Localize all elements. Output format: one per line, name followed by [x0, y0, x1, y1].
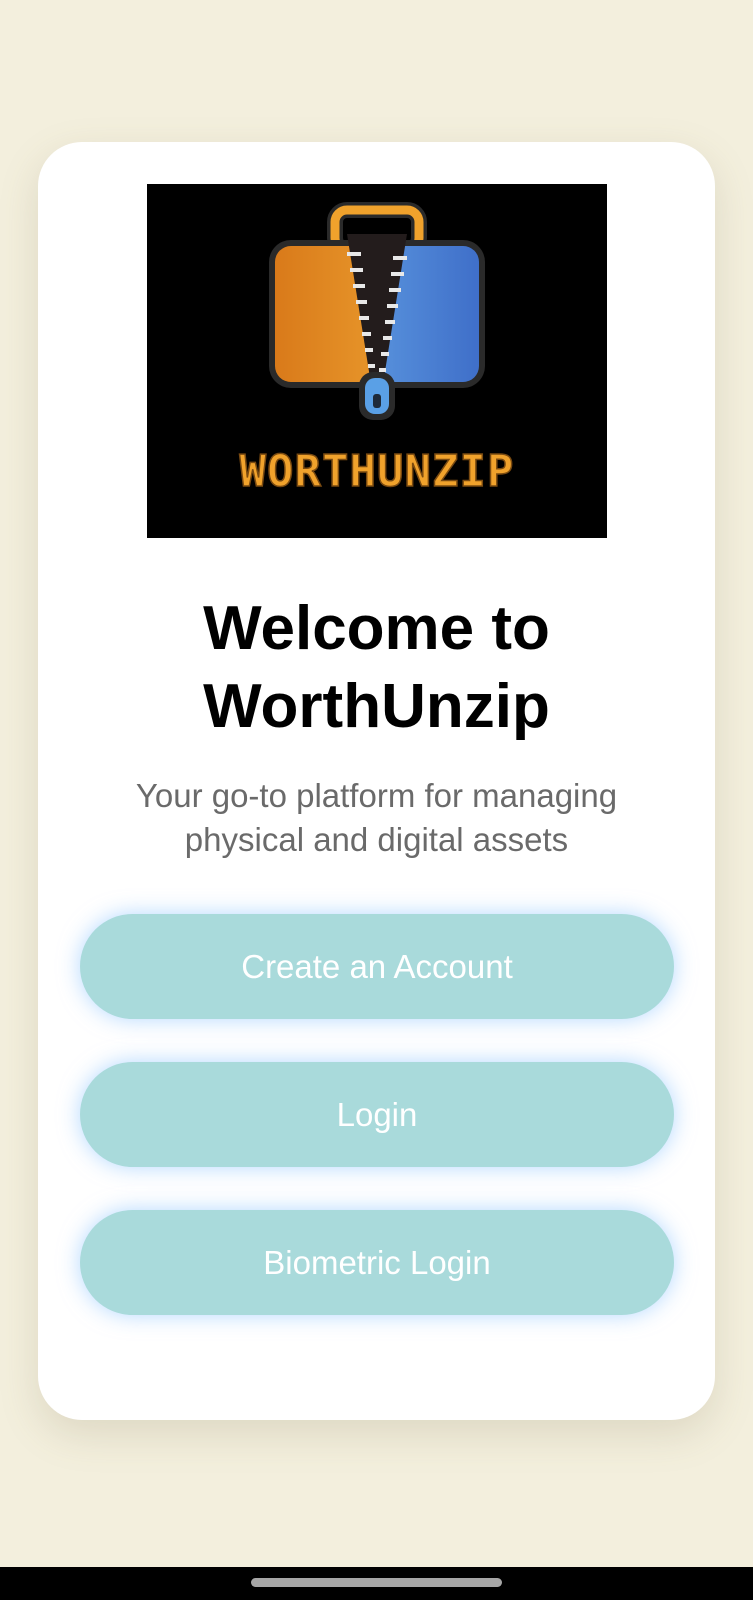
welcome-card: WORTHUNZIP Welcome to WorthUnzip Your go…: [38, 142, 715, 1420]
zipped-suitcase-icon: WORTHUNZIP: [239, 202, 515, 498]
welcome-title: Welcome to WorthUnzip: [38, 590, 715, 746]
welcome-screen: WORTHUNZIP Welcome to WorthUnzip Your go…: [0, 0, 753, 1600]
welcome-title-line2: WorthUnzip: [203, 672, 550, 741]
biometric-login-button[interactable]: Biometric Login: [80, 1210, 674, 1315]
welcome-subtitle: Your go-to platform for managing physica…: [135, 777, 618, 858]
logo-wordmark: WORTHUNZIP: [240, 446, 515, 497]
create-account-button[interactable]: Create an Account: [80, 914, 674, 1019]
login-button[interactable]: Login: [80, 1062, 674, 1167]
system-navigation-bar: [0, 1567, 753, 1600]
welcome-title-line1: Welcome to: [203, 594, 550, 663]
worthunzip-logo: WORTHUNZIP: [147, 184, 607, 538]
home-gesture-handle[interactable]: [251, 1578, 502, 1587]
